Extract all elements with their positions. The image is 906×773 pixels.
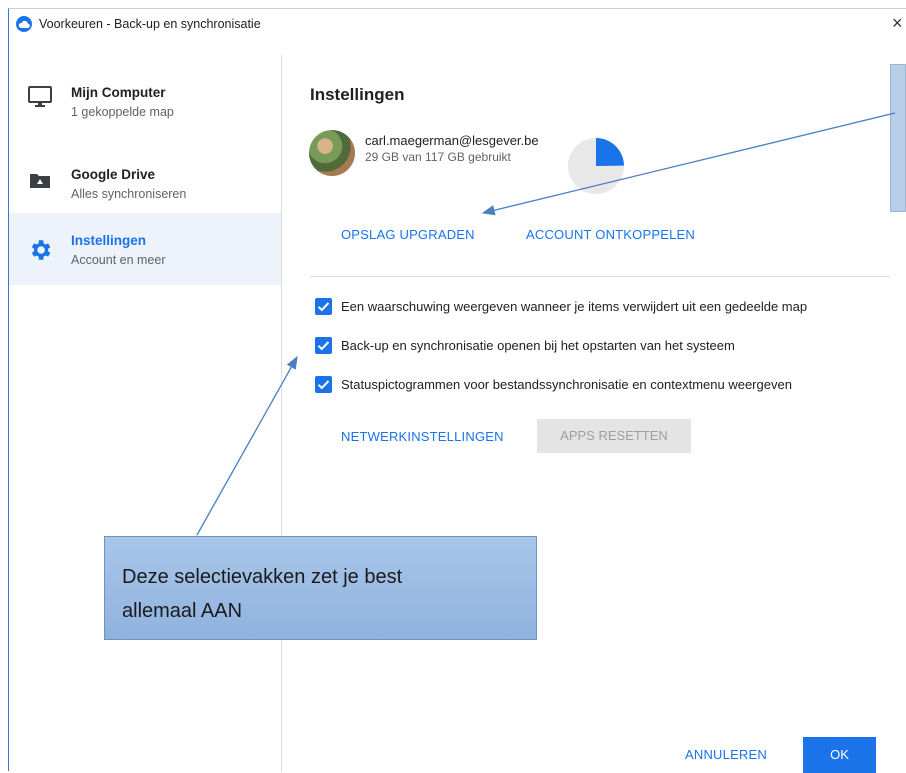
cancel-button[interactable]: ANNULEREN	[685, 747, 767, 762]
checkbox-checked[interactable]	[315, 337, 332, 354]
checkbox-label: Back-up en synchronisatie openen bij het…	[341, 338, 735, 353]
storage-usage-pie	[568, 138, 624, 194]
storage-pie-used-slice	[596, 138, 624, 166]
monitor-icon	[27, 85, 53, 111]
sidebar-item-instellingen[interactable]: Instellingen Account en meer	[9, 213, 281, 285]
close-icon[interactable]: ×	[892, 13, 906, 34]
window-title: Voorkeuren - Back-up en synchronisatie	[39, 17, 261, 31]
sidebar-item-title: Google Drive	[71, 167, 156, 182]
checkbox-label: Een waarschuwing weergeven wanneer je it…	[341, 299, 808, 314]
google-drive-cloud-icon	[16, 16, 32, 32]
checkmark-icon	[317, 302, 330, 312]
network-settings-button[interactable]: NETWERKINSTELLINGEN	[341, 429, 504, 444]
sidebar-item-title: Instellingen	[71, 233, 147, 248]
checkmark-icon	[317, 341, 330, 351]
sidebar-item-subtitle: 1 gekoppelde map	[71, 105, 174, 119]
upgrade-storage-button[interactable]: OPSLAG UPGRADEN	[341, 227, 475, 242]
storage-usage: 29 GB van 117 GB gebruikt	[365, 150, 511, 164]
divider	[310, 276, 890, 277]
annotation-callout-partial	[890, 64, 906, 212]
sidebar-item-subtitle: Alles synchroniseren	[71, 187, 187, 201]
preferences-window: Voorkeuren - Back-up en synchronisatie ×…	[8, 8, 906, 773]
drive-folder-icon	[27, 169, 53, 195]
avatar	[309, 130, 355, 176]
settings-panel: Instellingen carl.maegerman@lesgever.be …	[282, 45, 906, 773]
gear-icon	[27, 237, 53, 263]
sidebar-item-mijn-computer[interactable]: Mijn Computer 1 gekoppelde map	[9, 55, 281, 127]
sidebar: Mijn Computer 1 gekoppelde map Google Dr…	[9, 55, 282, 772]
callout-text-line: Deze selectievakken zet je best	[122, 566, 403, 588]
checkbox-label: Statuspictogrammen voor bestandssynchron…	[341, 377, 792, 392]
checkbox-checked[interactable]	[315, 376, 332, 393]
annotation-callout: Deze selectievakken zet je best allemaal…	[104, 536, 537, 640]
sidebar-item-subtitle: Account en meer	[71, 253, 166, 267]
reset-apps-button[interactable]: APPS RESETTEN	[537, 419, 691, 453]
disconnect-account-button[interactable]: ACCOUNT ONTKOPPELEN	[526, 227, 695, 242]
sidebar-item-google-drive[interactable]: Google Drive Alles synchroniseren	[9, 141, 281, 213]
sidebar-item-title: Mijn Computer	[71, 85, 166, 100]
checkbox-checked[interactable]	[315, 298, 332, 315]
title-bar: Voorkeuren - Back-up en synchronisatie ×	[9, 9, 906, 45]
account-email: carl.maegerman@lesgever.be	[365, 133, 539, 148]
ok-button[interactable]: OK	[803, 737, 876, 773]
callout-text-line: allemaal AAN	[122, 600, 243, 622]
page-title: Instellingen	[310, 85, 405, 104]
checkmark-icon	[317, 380, 330, 390]
